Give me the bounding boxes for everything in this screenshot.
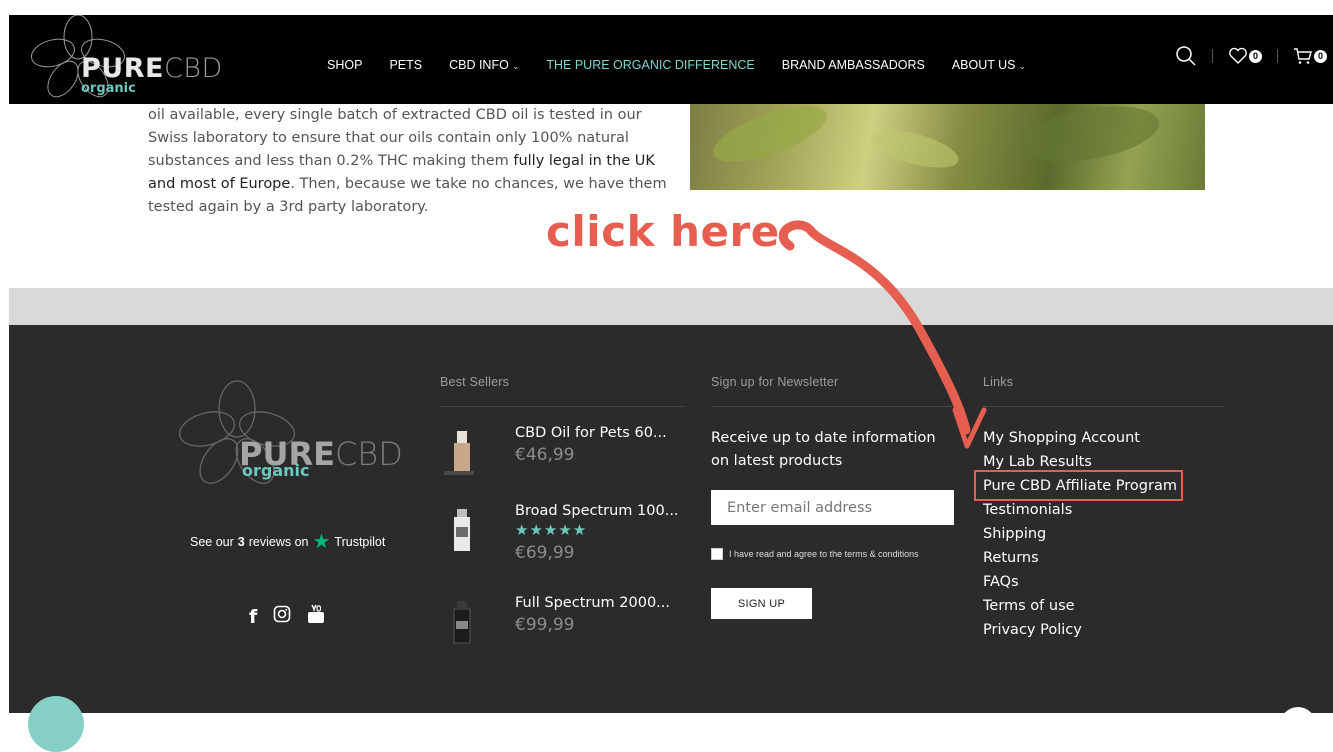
trustpilot-widget[interactable]: See our 3 reviews on ★ Trustpilot: [190, 531, 386, 553]
product-price: €69,99: [515, 543, 575, 563]
link-terms-of-use[interactable]: Terms of use: [983, 594, 1177, 618]
nav-item-cbd-info[interactable]: CBD INFO ⌄: [449, 58, 519, 72]
link-shipping[interactable]: Shipping: [983, 522, 1177, 546]
product-name: CBD Oil for Pets 60...: [515, 425, 667, 441]
header-actions: 0 0: [1175, 45, 1327, 67]
logo-wordmark: PURECBD: [81, 53, 223, 84]
instagram-icon[interactable]: [273, 605, 291, 629]
link-faqs[interactable]: FAQs: [983, 570, 1177, 594]
product-thumbnail: [440, 503, 482, 555]
rating-stars-icon: ★★★★★: [515, 522, 588, 539]
chevron-down-icon: ⌄: [1018, 61, 1027, 71]
footer-logo-organic: organic: [242, 461, 310, 480]
heart-icon: [1229, 47, 1247, 64]
wishlist-count-badge: 0: [1249, 49, 1262, 63]
link-returns[interactable]: Returns: [983, 546, 1177, 570]
nav-item-pure-organic-difference[interactable]: THE PURE ORGANIC DIFFERENCE: [546, 58, 754, 72]
nav-item-about-us[interactable]: ABOUT US ⌄: [952, 58, 1026, 72]
facebook-icon[interactable]: f: [249, 606, 257, 628]
divider: [1277, 49, 1278, 63]
product-thumbnail: [440, 595, 482, 647]
newsletter-description: Receive up to date information on latest…: [711, 430, 936, 469]
product-item[interactable]: CBD Oil for Pets 60... €46,99: [440, 425, 667, 477]
best-sellers-heading: Best Sellers: [440, 375, 510, 389]
trustpilot-brand: Trustpilot: [334, 535, 386, 549]
links-heading: Links: [983, 375, 1014, 389]
divider: [711, 406, 956, 407]
site-header: PURECBD organic SHOP PETS CBD INFO ⌄ THE …: [9, 15, 1333, 104]
terms-checkbox-row: I have read and agree to the terms & con…: [711, 548, 919, 560]
product-item[interactable]: Broad Spectrum 100... ★★★★★ €69,99: [440, 503, 679, 563]
sign-up-button[interactable]: SIGN UP: [711, 588, 812, 619]
chevron-down-icon: ⌄: [511, 61, 520, 71]
section-divider-band: [9, 288, 1333, 325]
newsletter-heading: Sign up for Newsletter: [711, 375, 839, 389]
divider: [1212, 49, 1213, 63]
product-name: Full Spectrum 2000...: [515, 595, 671, 611]
youtube-icon[interactable]: [307, 604, 325, 630]
nav-item-shop[interactable]: SHOP: [327, 58, 362, 72]
cart-button[interactable]: 0: [1293, 47, 1327, 65]
review-count: 3: [237, 535, 245, 549]
nav-item-brand-ambassadors[interactable]: BRAND AMBASSADORS: [782, 58, 925, 72]
link-testimonials[interactable]: Testimonials: [983, 498, 1177, 522]
product-item[interactable]: Full Spectrum 2000... €99,99: [440, 595, 670, 647]
cart-count-badge: 0: [1314, 49, 1327, 63]
affiliate-highlight-box: [974, 470, 1183, 501]
terms-label: I have read and agree to the terms & con…: [729, 549, 919, 559]
scroll-top-icon[interactable]: [1280, 707, 1316, 743]
site-logo[interactable]: PURECBD organic: [23, 15, 223, 101]
email-field[interactable]: [711, 490, 954, 525]
lab-testing-paragraph: oil available, every single batch of ext…: [148, 104, 668, 219]
cart-icon: [1294, 48, 1312, 64]
wishlist-button[interactable]: 0: [1228, 47, 1262, 65]
trustpilot-prefix: See our: [190, 535, 234, 549]
product-price: €99,99: [515, 615, 575, 635]
footer-links: My Shopping Account My Lab Results Pure …: [983, 426, 1177, 642]
logo-organic: organic: [81, 81, 136, 96]
click-here-annotation: click here: [546, 207, 780, 256]
terms-checkbox[interactable]: [711, 548, 723, 560]
link-my-shopping-account[interactable]: My Shopping Account: [983, 426, 1177, 450]
divider: [440, 406, 685, 407]
site-footer: PURECBD organic See our 3 reviews on ★ T…: [9, 325, 1333, 713]
chat-bubble-icon[interactable]: [28, 696, 84, 752]
trustpilot-star-icon: ★: [312, 531, 331, 553]
product-price: €46,99: [515, 445, 575, 465]
trustpilot-suffix: reviews on: [248, 535, 309, 549]
search-icon[interactable]: [1175, 45, 1197, 67]
product-thumbnail: [440, 425, 482, 477]
nav-item-pets[interactable]: PETS: [389, 58, 422, 72]
social-links: f: [249, 604, 325, 630]
divider: [983, 406, 1225, 407]
link-privacy-policy[interactable]: Privacy Policy: [983, 618, 1177, 642]
hemp-plant-image: [690, 104, 1205, 190]
main-nav: SHOP PETS CBD INFO ⌄ THE PURE ORGANIC DIF…: [327, 58, 1053, 72]
product-name: Broad Spectrum 100...: [515, 503, 679, 519]
